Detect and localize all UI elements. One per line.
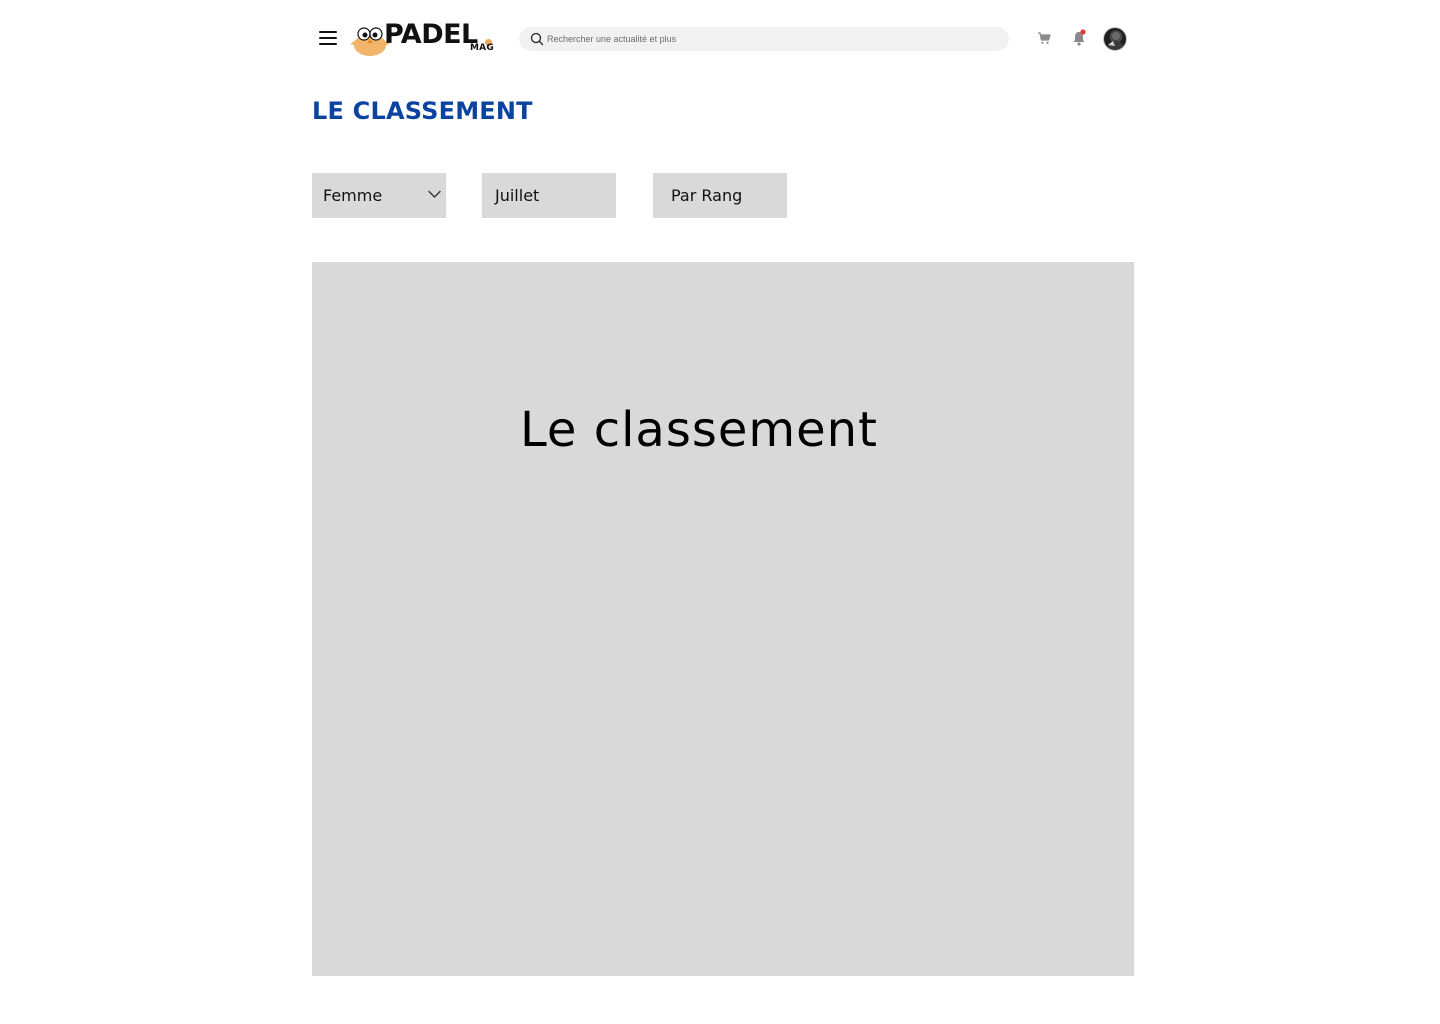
top-navigation: PADEL MAG	[312, 18, 1134, 60]
page-title: LE CLASSEMENT	[312, 97, 533, 125]
gender-filter-label: Femme	[323, 186, 383, 205]
bell-icon[interactable]	[1072, 29, 1086, 47]
avatar[interactable]	[1103, 27, 1127, 51]
ranking-placeholder-text: Le classement	[520, 402, 878, 458]
logo-sub: MAG	[470, 43, 494, 53]
gender-filter-dropdown[interactable]: Femme	[312, 173, 446, 218]
search-bar	[519, 27, 1009, 51]
month-filter[interactable]: Juillet	[482, 173, 616, 218]
cart-icon[interactable]	[1037, 31, 1051, 45]
ranking-panel: Le classement	[312, 262, 1134, 976]
notification-dot	[1080, 29, 1086, 35]
logo-brand: PADEL	[384, 19, 478, 50]
month-filter-label: Juillet	[495, 186, 540, 205]
user-avatar-icon	[1107, 32, 1124, 50]
search-input[interactable]	[547, 30, 997, 48]
chevron-down-icon	[428, 190, 441, 198]
search-icon[interactable]	[530, 32, 544, 46]
logo[interactable]: PADEL MAG	[350, 18, 500, 60]
sort-filter[interactable]: Par Rang	[653, 173, 787, 218]
menu-icon[interactable]	[319, 30, 337, 46]
sort-filter-label: Par Rang	[671, 186, 743, 205]
